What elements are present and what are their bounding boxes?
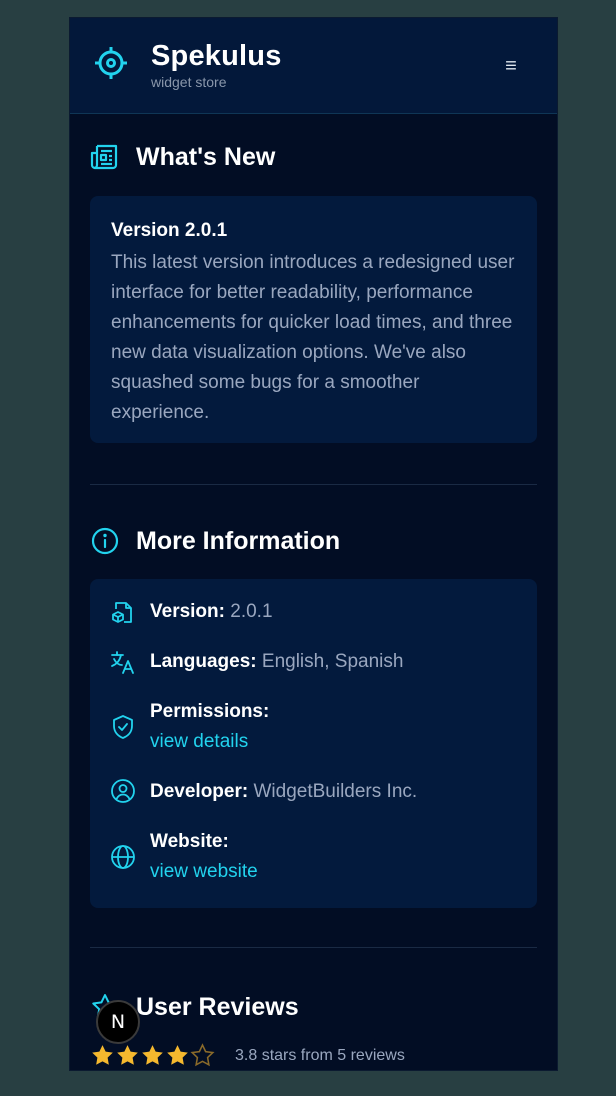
info-icon bbox=[91, 527, 119, 555]
developer-label: Developer: bbox=[150, 781, 249, 802]
info-row-languages: Languages: English, Spanish bbox=[110, 647, 520, 677]
version-value: 2.0.1 bbox=[230, 601, 273, 622]
translate-icon bbox=[111, 651, 134, 674]
hamburger-menu-icon[interactable]: ≡ bbox=[497, 52, 525, 80]
newspaper-icon bbox=[90, 144, 118, 170]
logo-crosshair-icon bbox=[95, 47, 127, 79]
section-divider bbox=[90, 484, 537, 485]
whats-new-title: What's New bbox=[136, 142, 276, 171]
more-info-card: Version: 2.0.1 Languages: English, Spani… bbox=[90, 579, 537, 908]
more-info-header: More Information bbox=[90, 524, 340, 558]
rating-stars bbox=[90, 1043, 215, 1069]
user-circle-icon bbox=[111, 779, 135, 803]
dev-tools-badge[interactable]: N bbox=[96, 1000, 140, 1044]
whats-new-version: Version 2.0.1 bbox=[111, 220, 228, 241]
file-package-icon bbox=[112, 602, 132, 623]
developer-value: WidgetBuilders Inc. bbox=[253, 781, 418, 802]
star-empty-icon bbox=[190, 1043, 215, 1067]
whats-new-body: This latest version introduces a redesig… bbox=[111, 252, 515, 423]
permissions-label: Permissions: bbox=[150, 701, 270, 722]
info-row-permissions: Permissions: view details bbox=[110, 697, 520, 757]
whats-new-header: What's New bbox=[90, 140, 275, 174]
star-filled-icon bbox=[142, 1045, 163, 1065]
whats-new-card: Version 2.0.1 This latest version introd… bbox=[90, 196, 537, 443]
languages-label: Languages: bbox=[150, 651, 257, 672]
section-divider bbox=[90, 947, 537, 948]
info-row-version: Version: 2.0.1 bbox=[110, 597, 520, 627]
user-reviews-title: User Reviews bbox=[136, 992, 299, 1021]
app-frame: Spekulus widget store ≡ What's New Versi… bbox=[70, 18, 557, 1070]
version-label: Version: bbox=[150, 601, 225, 622]
top-bar: Spekulus widget store ≡ bbox=[70, 18, 557, 114]
languages-value: English, Spanish bbox=[261, 651, 404, 672]
website-label: Website: bbox=[150, 831, 229, 852]
permissions-view-details-link[interactable]: view details bbox=[150, 727, 269, 757]
info-row-website: Website: view website bbox=[110, 827, 520, 887]
info-row-developer: Developer: WidgetBuilders Inc. bbox=[110, 777, 520, 807]
website-view-link[interactable]: view website bbox=[150, 857, 258, 887]
globe-icon bbox=[111, 845, 135, 869]
star-filled-icon bbox=[117, 1045, 138, 1065]
rating-summary: 3.8 stars from 5 reviews bbox=[235, 1047, 405, 1064]
shield-check-icon bbox=[113, 715, 133, 739]
brand-tagline: widget store bbox=[151, 74, 227, 90]
star-filled-icon bbox=[167, 1045, 188, 1065]
more-info-title: More Information bbox=[136, 526, 341, 555]
brand-name[interactable]: Spekulus bbox=[151, 40, 282, 73]
star-filled-icon bbox=[92, 1045, 113, 1065]
